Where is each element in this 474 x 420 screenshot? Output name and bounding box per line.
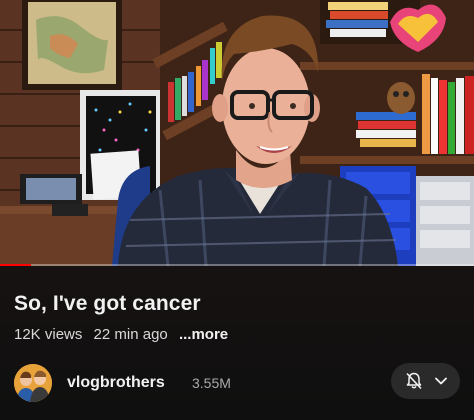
upload-age: 22 min ago [93, 326, 168, 343]
video-frame [0, 0, 474, 266]
subscription-notification-button[interactable] [391, 363, 460, 399]
bell-off-icon [404, 371, 424, 391]
chevron-down-icon [434, 376, 448, 386]
video-title[interactable]: So, I've got cancer [14, 292, 201, 316]
channel-name[interactable]: vlogbrothers [67, 374, 165, 392]
view-count: 12K views [14, 326, 83, 343]
channel-avatar[interactable] [14, 364, 52, 402]
subscriber-count: 3.55M [192, 375, 231, 391]
video-info-panel: So, I've got cancer 12K views 22 min ago… [0, 266, 474, 420]
video-meta[interactable]: 12K views 22 min ago ...more [14, 326, 235, 343]
more-link[interactable]: ...more [179, 326, 228, 343]
video-player[interactable] [0, 0, 474, 266]
